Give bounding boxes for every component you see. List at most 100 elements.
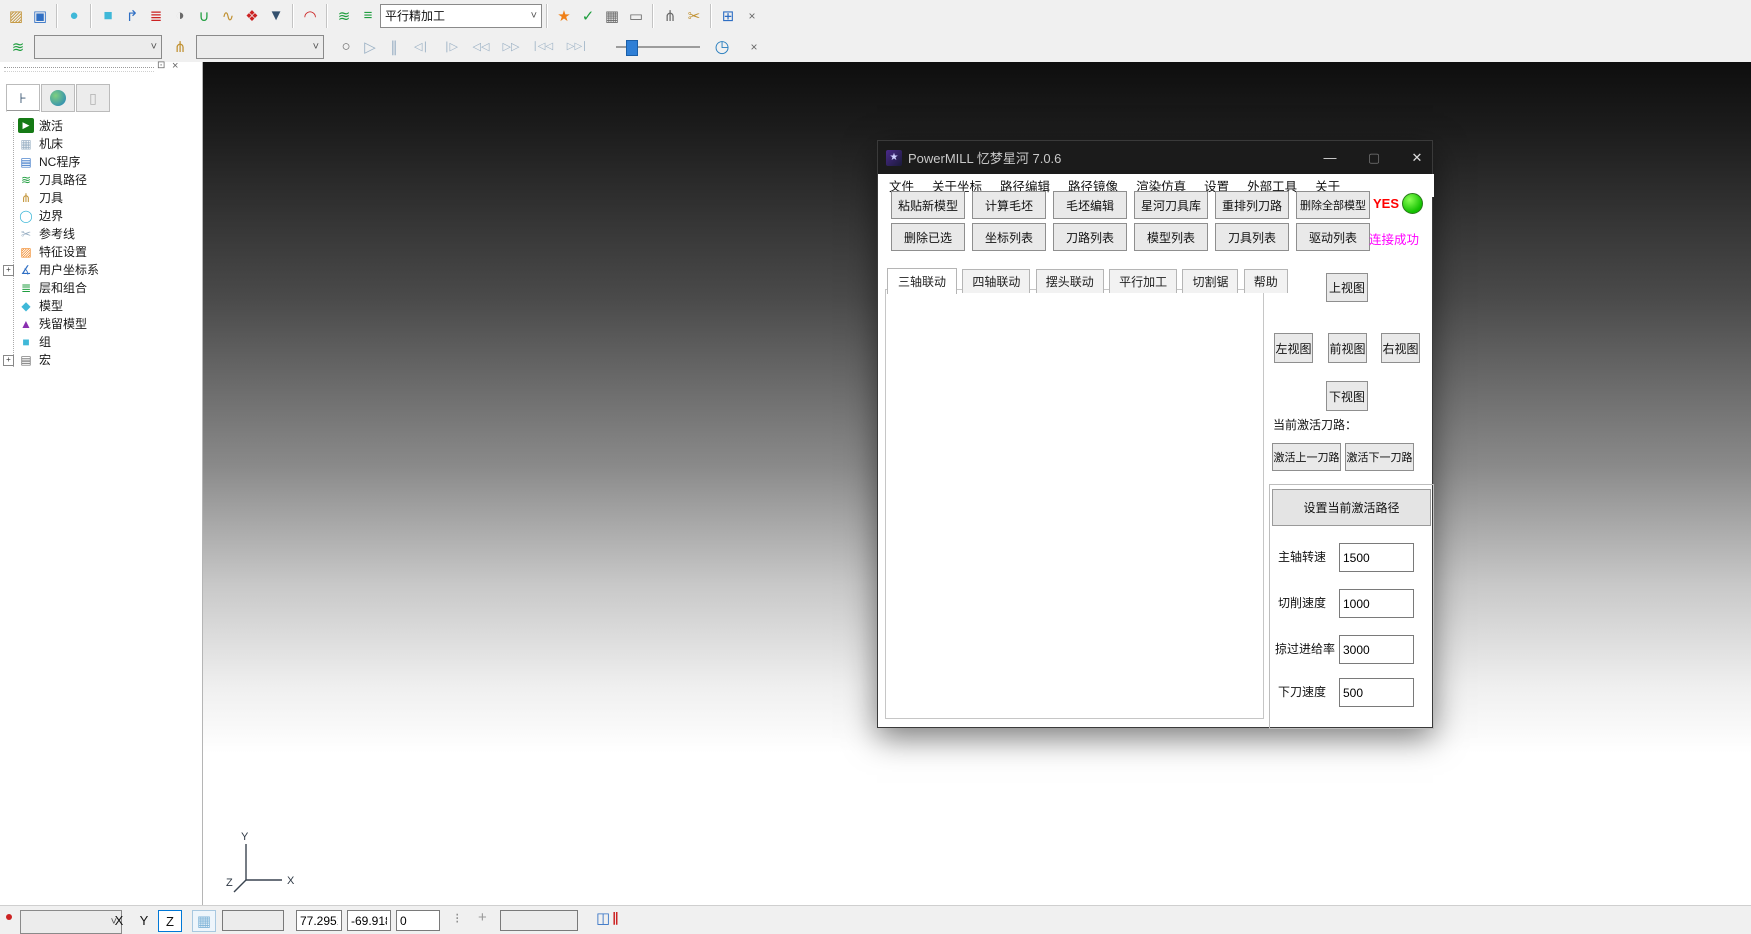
tree-item-machine-tools[interactable]: ▦ 机床 (18, 135, 63, 152)
expand-plus-icon[interactable]: + (3, 265, 14, 276)
activate-next-toolpath-button[interactable]: 激活下一刀路 (1345, 443, 1414, 471)
leads-links-icon[interactable]: ≣ (144, 4, 168, 28)
tree-item-feature-sets[interactable]: ▨ 特征设置 (18, 243, 87, 260)
toolpath-spring-icon[interactable]: ≋ (332, 4, 356, 28)
tab-cutting-saw[interactable]: 切割锯 (1182, 269, 1238, 293)
explorer-tab-globe[interactable] (41, 84, 75, 112)
set-active-path-button[interactable]: 设置当前激活路径 (1272, 489, 1431, 526)
tab-3axis[interactable]: 三轴联动 (887, 268, 957, 294)
stock-edit-button[interactable]: 毛坯编辑 (1053, 191, 1127, 219)
cubes-icon[interactable]: ⊞ (716, 4, 740, 28)
ruler-icon[interactable]: ▭ (624, 4, 648, 28)
tree-item-groups[interactable]: ■ 组 (18, 333, 51, 350)
points-icon[interactable]: ❖ (240, 4, 264, 28)
delete-selected-button[interactable]: 删除已选 (891, 223, 965, 251)
tree-item-tools[interactable]: ⋔ 刀具 (18, 189, 63, 206)
view-front-button[interactable]: 前视图 (1328, 333, 1367, 363)
tree-item-boundaries[interactable]: ◯ 边界 (18, 207, 63, 224)
verify-tool-icon[interactable]: ✓ (576, 4, 600, 28)
animbar-close-button[interactable]: × (742, 35, 766, 59)
drive-list-button[interactable]: 驱动列表 (1296, 223, 1370, 251)
xyz-list-icon[interactable]: ⁝ (455, 910, 459, 927)
block-icon[interactable]: ■ (96, 4, 120, 28)
spindle-speed-input[interactable] (1339, 543, 1414, 572)
tool-holder-icon[interactable]: ∪ (192, 4, 216, 28)
tree-item-levels-sets[interactable]: ≣ 层和组合 (18, 279, 87, 296)
calc-stock-button[interactable]: 计算毛坯 (972, 191, 1046, 219)
slider-handle[interactable] (626, 40, 638, 56)
tree-item-stock-models[interactable]: ▲ 残留模型 (18, 315, 87, 332)
tab-help[interactable]: 帮助 (1244, 269, 1288, 293)
reorder-toolpath-button[interactable]: 重排列刀路 (1215, 191, 1289, 219)
lightbulb-icon[interactable]: ○ (334, 35, 358, 59)
tool-library-button[interactable]: 星河刀具库 (1134, 191, 1208, 219)
rapid-moves-icon[interactable]: ↱ (120, 4, 144, 28)
workplane-select[interactable]: ˅ (20, 910, 122, 934)
paste-new-model-button[interactable]: 粘贴新模型 (891, 191, 965, 219)
shaded-view-icon[interactable]: ● (62, 4, 86, 28)
tree-item-macros[interactable]: ▤ 宏 (18, 351, 51, 368)
axis-y-button[interactable]: Y (133, 910, 155, 930)
strategy-list-icon[interactable]: ≡ (356, 4, 380, 28)
model-list-button[interactable]: 模型列表 (1134, 223, 1208, 251)
toolpath-list-button[interactable]: 刀路列表 (1053, 223, 1127, 251)
panel-float-icon[interactable]: ⊡ (157, 60, 165, 71)
view-right-button[interactable]: 右视图 (1381, 333, 1420, 363)
feed-rate-icon[interactable]: ◑ (168, 4, 192, 28)
panel-grip[interactable] (4, 67, 154, 72)
pause-button[interactable]: ∥ (382, 35, 406, 59)
expand-plus-icon[interactable]: + (3, 355, 14, 366)
tool-pair-icon[interactable]: ⋔ (658, 4, 682, 28)
skim-feed-input[interactable] (1339, 635, 1414, 664)
calculator-icon[interactable]: ▦ (600, 4, 624, 28)
step-back-button[interactable]: ◁∣ (406, 35, 436, 59)
step-forward-button[interactable]: ∣▷ (436, 35, 466, 59)
toolpath-icon[interactable]: ≋ (6, 35, 30, 59)
open-project-icon[interactable]: ▨ (4, 4, 28, 28)
status-extra-input[interactable] (500, 910, 578, 931)
collision-check-icon[interactable]: ◠ (298, 4, 322, 28)
tab-swivel-head[interactable]: 摆头联动 (1036, 269, 1104, 293)
sim-speed-slider[interactable] (616, 38, 700, 56)
coord-list-button[interactable]: 坐标列表 (972, 223, 1046, 251)
view-top-button[interactable]: 上视图 (1326, 273, 1368, 302)
view-left-button[interactable]: 左视图 (1274, 333, 1313, 363)
clock-icon[interactable]: ◷ (710, 35, 734, 59)
grid-size-input[interactable] (222, 910, 284, 931)
tool-select[interactable]: ˅ (196, 35, 324, 59)
panel-close-icon[interactable]: × (172, 60, 178, 72)
view-bottom-button[interactable]: 下视图 (1326, 381, 1368, 411)
tree-item-nc-programs[interactable]: ▤ NC程序 (18, 153, 80, 170)
plunge-feed-input[interactable] (1339, 678, 1414, 707)
save-project-icon[interactable]: ▣ (28, 4, 52, 28)
strategy-select[interactable]: 平行精加工 ˅ (380, 4, 542, 28)
minimize-button[interactable]: — (1319, 147, 1341, 169)
coord-z-input[interactable] (396, 910, 440, 931)
fast-forward-button[interactable]: ▷▷ (496, 35, 526, 59)
coord-x-input[interactable] (296, 910, 342, 931)
explorer-tab-trash[interactable]: ▯ (76, 84, 110, 112)
point-snap-icon[interactable]: + (478, 909, 487, 926)
cutting-feed-input[interactable] (1339, 589, 1414, 618)
go-end-button[interactable]: ▷▷∣ (560, 35, 594, 59)
dialog-titlebar[interactable]: ★ PowerMILL 忆梦星河 7.0.6 — ▢ ✕ (878, 141, 1432, 174)
tree-item-workplanes[interactable]: ∡ 用户坐标系 (18, 261, 99, 278)
tree-item-models[interactable]: ◆ 模型 (18, 297, 63, 314)
explorer-tab-tree[interactable]: ⊦ (6, 84, 40, 112)
tab-4axis[interactable]: 四轴联动 (962, 269, 1030, 293)
play-button[interactable]: ▷ (358, 35, 382, 59)
axis-x-button[interactable]: X (108, 910, 130, 930)
tab-parallel[interactable]: 平行加工 (1109, 269, 1177, 293)
tree-item-toolpaths[interactable]: ≋ 刀具路径 (18, 171, 87, 188)
toolbar-close-button[interactable]: × (740, 4, 764, 28)
activate-prev-toolpath-button[interactable]: 激活上一刀路 (1272, 443, 1341, 471)
coord-y-input[interactable] (347, 910, 391, 931)
pattern-icon[interactable]: ∿ (216, 4, 240, 28)
delete-all-models-button[interactable]: 删除全部模型 (1296, 191, 1370, 219)
close-button[interactable]: ✕ (1406, 147, 1428, 169)
rewind-button[interactable]: ◁◁ (466, 35, 496, 59)
tree-item-activate[interactable]: ▶ 激活 (18, 117, 63, 134)
tool-list-button[interactable]: 刀具列表 (1215, 223, 1289, 251)
book-icon[interactable]: ◫ (596, 909, 610, 927)
scissors-icon[interactable]: ✂ (682, 4, 706, 28)
